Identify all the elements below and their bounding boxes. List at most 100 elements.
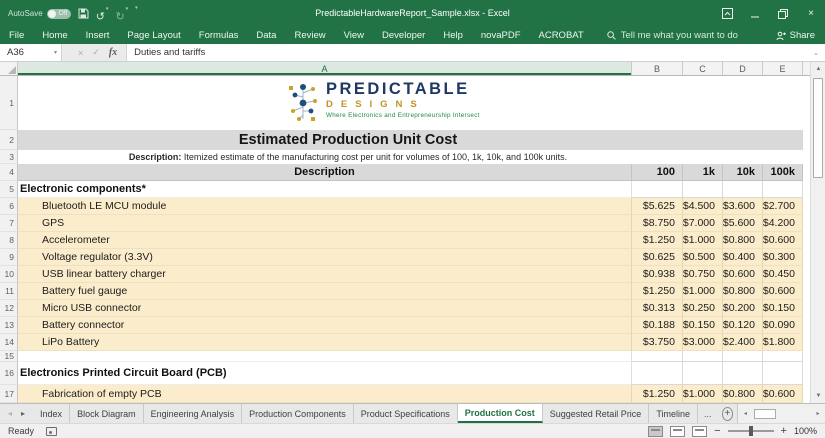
cost-value-cell[interactable]: $0.800 (723, 232, 763, 249)
ribbon-tab-acrobat[interactable]: ACROBAT (530, 27, 593, 44)
sheet-description-cell[interactable]: Description: Itemized estimate of the ma… (18, 150, 803, 164)
sheet-tab-engineering-analysis[interactable]: Engineering Analysis (144, 404, 243, 423)
cost-value-cell[interactable]: $0.090 (763, 317, 803, 334)
item-label-cell[interactable]: Voltage regulator (3.3V) (18, 249, 632, 266)
section-header-cell[interactable]: Electronics Printed Circuit Board (PCB) (18, 362, 632, 385)
row-header-17[interactable]: 17 (0, 385, 18, 403)
empty-cell[interactable] (18, 351, 632, 362)
empty-cell[interactable] (723, 181, 763, 198)
zoom-slider[interactable] (728, 430, 774, 432)
cost-value-cell[interactable]: $2.700 (763, 198, 803, 215)
quantity-header-cell[interactable]: 100 (632, 164, 683, 181)
more-sheets-button[interactable]: ... (698, 404, 718, 423)
sheet-tab-index[interactable]: Index (33, 404, 70, 423)
cost-value-cell[interactable]: $0.938 (632, 266, 683, 283)
empty-cell[interactable] (763, 362, 803, 385)
page-break-view-button[interactable] (692, 426, 707, 437)
empty-cell[interactable] (632, 351, 683, 362)
quantity-header-cell[interactable]: 1k (683, 164, 723, 181)
row-header-6[interactable]: 6 (0, 198, 18, 215)
scroll-up-icon[interactable]: ▲ (811, 62, 825, 76)
cost-value-cell[interactable]: $4.200 (763, 215, 803, 232)
cost-value-cell[interactable]: $0.450 (763, 266, 803, 283)
cost-value-cell[interactable]: $0.150 (683, 317, 723, 334)
cost-value-cell[interactable]: $0.250 (683, 300, 723, 317)
ribbon-tab-home[interactable]: Home (33, 27, 76, 44)
formula-bar-expand-icon[interactable]: ⌄ (813, 49, 819, 57)
ribbon-tab-formulas[interactable]: Formulas (190, 27, 248, 44)
cost-value-cell[interactable]: $0.188 (632, 317, 683, 334)
formula-input[interactable]: Duties and tariffs ⌄ (126, 44, 825, 61)
close-button[interactable]: × (797, 0, 825, 27)
cost-value-cell[interactable]: $1.000 (683, 385, 723, 403)
scroll-left-icon[interactable]: ◂ (738, 410, 752, 417)
row-header-12[interactable]: 12 (0, 300, 18, 317)
row-header-13[interactable]: 13 (0, 317, 18, 334)
empty-cell[interactable] (723, 362, 763, 385)
column-header-e[interactable]: E (763, 62, 803, 75)
sheet-tab-timeline[interactable]: Timeline (649, 404, 698, 423)
cost-value-cell[interactable]: $0.200 (723, 300, 763, 317)
column-header-d[interactable]: D (723, 62, 763, 75)
vertical-scrollbar-thumb[interactable] (813, 78, 823, 178)
cost-value-cell[interactable]: $0.750 (683, 266, 723, 283)
empty-cell[interactable] (683, 362, 723, 385)
cost-value-cell[interactable]: $0.800 (723, 283, 763, 300)
name-box-dropdown-icon[interactable]: ▾ (54, 49, 57, 56)
description-header-cell[interactable]: Description (18, 164, 632, 181)
empty-cell[interactable] (632, 181, 683, 198)
normal-view-button[interactable] (648, 426, 663, 437)
cost-value-cell[interactable]: $0.120 (723, 317, 763, 334)
cost-value-cell[interactable]: $0.600 (763, 385, 803, 403)
row-header-1[interactable]: 1 (0, 76, 18, 130)
row-header-3[interactable]: 3 (0, 150, 18, 164)
cost-value-cell[interactable]: $0.150 (763, 300, 803, 317)
column-header-b[interactable]: B (632, 62, 683, 75)
item-label-cell[interactable]: Battery connector (18, 317, 632, 334)
sheet-tab-suggested-retail-price[interactable]: Suggested Retail Price (543, 404, 650, 423)
minimize-button[interactable] (741, 0, 769, 27)
item-label-cell[interactable]: USB linear battery charger (18, 266, 632, 283)
section-header-cell[interactable]: Electronic components* (18, 181, 632, 198)
worksheet-grid[interactable]: 1 PREDICTABLE DESIGNS Where Electronics … (0, 76, 803, 403)
item-label-cell[interactable]: Bluetooth LE MCU module (18, 198, 632, 215)
cost-value-cell[interactable]: $1.000 (683, 283, 723, 300)
sheet-tab-block-diagram[interactable]: Block Diagram (70, 404, 144, 423)
horizontal-scrollbar[interactable]: ◂ ▸ (737, 404, 825, 423)
page-layout-view-button[interactable] (670, 426, 685, 437)
zoom-in-button[interactable]: + (781, 426, 787, 437)
cost-value-cell[interactable]: $2.400 (723, 334, 763, 351)
row-header-8[interactable]: 8 (0, 232, 18, 249)
ribbon-tab-view[interactable]: View (335, 27, 373, 44)
row-header-4[interactable]: 4 (0, 164, 18, 181)
new-sheet-button[interactable]: + (722, 407, 734, 421)
cost-value-cell[interactable]: $0.600 (763, 232, 803, 249)
ribbon-tab-file[interactable]: File (0, 27, 33, 44)
cost-value-cell[interactable]: $7.000 (683, 215, 723, 232)
item-label-cell[interactable]: Accelerometer (18, 232, 632, 249)
zoom-slider-thumb[interactable] (749, 426, 753, 436)
cost-value-cell[interactable]: $0.313 (632, 300, 683, 317)
empty-cell[interactable] (723, 351, 763, 362)
row-header-15[interactable]: 15 (0, 351, 18, 362)
quantity-header-cell[interactable]: 100k (763, 164, 803, 181)
row-header-7[interactable]: 7 (0, 215, 18, 232)
cost-value-cell[interactable]: $3.750 (632, 334, 683, 351)
ribbon-tab-help[interactable]: Help (434, 27, 472, 44)
sheet-tab-product-specifications[interactable]: Product Specifications (354, 404, 458, 423)
ribbon-tab-review[interactable]: Review (285, 27, 334, 44)
row-header-14[interactable]: 14 (0, 334, 18, 351)
ribbon-tab-data[interactable]: Data (247, 27, 285, 44)
row-header-5[interactable]: 5 (0, 181, 18, 198)
cost-value-cell[interactable]: $0.600 (723, 266, 763, 283)
cost-value-cell[interactable]: $1.250 (632, 385, 683, 403)
restore-button[interactable] (769, 0, 797, 27)
record-macro-icon[interactable] (46, 427, 57, 436)
confirm-entry-icon[interactable]: ✓ (92, 47, 100, 58)
ribbon-tab-novapdf[interactable]: novaPDF (472, 27, 530, 44)
row-header-2[interactable]: 2 (0, 130, 18, 150)
cost-value-cell[interactable]: $0.600 (763, 283, 803, 300)
cost-value-cell[interactable]: $1.000 (683, 232, 723, 249)
cost-value-cell[interactable]: $0.625 (632, 249, 683, 266)
logo-cell[interactable]: PREDICTABLE DESIGNS Where Electronics an… (18, 76, 803, 130)
